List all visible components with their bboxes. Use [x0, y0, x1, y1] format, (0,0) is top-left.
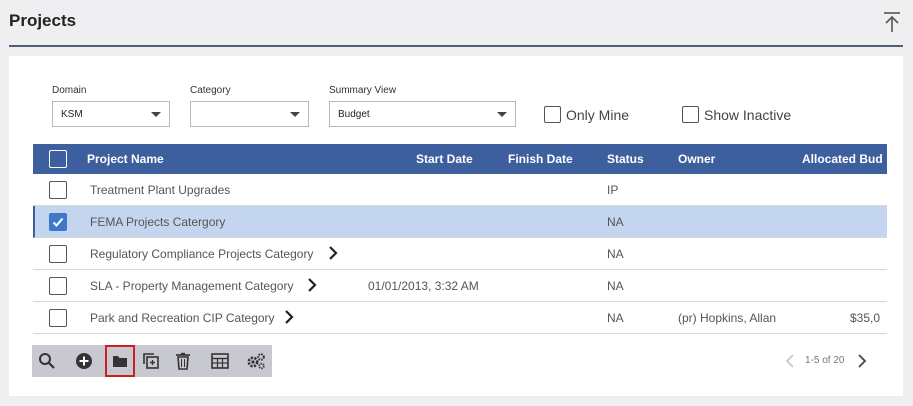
table-row[interactable]: Park and Recreation CIP Category NA (pr)…	[33, 302, 887, 334]
column-header-status[interactable]: Status	[607, 152, 644, 166]
table-view-button[interactable]	[205, 345, 235, 377]
only-mine-label: Only Mine	[566, 106, 630, 123]
pagination: 1-5 of 20	[779, 352, 879, 372]
chevron-right-icon[interactable]	[307, 277, 317, 293]
chevron-down-icon	[151, 112, 161, 117]
chevron-left-icon[interactable]	[785, 354, 795, 368]
show-inactive-label: Show Inactive	[704, 106, 792, 123]
table-row[interactable]: FEMA Projects Catergory NA	[33, 206, 887, 238]
table-icon	[211, 353, 229, 369]
chevron-down-icon	[290, 112, 300, 117]
chevron-right-icon[interactable]	[328, 245, 338, 261]
project-name: FEMA Projects Catergory	[90, 215, 226, 229]
projects-panel: Domain KSM Category Summary View Budget …	[9, 56, 903, 396]
column-header-project-name[interactable]: Project Name	[87, 152, 164, 166]
project-name: Regulatory Compliance Projects Category	[90, 247, 314, 261]
column-header-finish-date[interactable]: Finish Date	[508, 152, 573, 166]
checkmark-icon	[52, 217, 64, 227]
category-label: Category	[190, 85, 231, 96]
summary-view-label: Summary View	[329, 85, 397, 96]
row-checkbox[interactable]	[49, 245, 67, 263]
header-divider	[9, 45, 903, 47]
copy-button[interactable]	[136, 345, 166, 377]
show-inactive-checkbox[interactable]: Show Inactive	[682, 106, 791, 123]
checkbox-box[interactable]	[544, 106, 561, 123]
search-icon	[39, 353, 55, 369]
project-name: SLA - Property Management Category	[90, 279, 294, 293]
column-header-start-date[interactable]: Start Date	[416, 152, 473, 166]
add-button[interactable]	[69, 345, 99, 377]
domain-label: Domain	[52, 85, 87, 96]
action-toolbar	[32, 345, 272, 377]
project-name: Park and Recreation CIP Category	[90, 311, 275, 325]
trash-icon	[176, 352, 190, 370]
collapse-up-icon[interactable]	[880, 10, 904, 34]
project-name: Treatment Plant Upgrades	[90, 183, 231, 197]
only-mine-checkbox[interactable]: Only Mine	[544, 106, 629, 123]
row-checkbox[interactable]	[49, 309, 67, 327]
status: NA	[607, 247, 624, 261]
column-header-owner[interactable]: Owner	[678, 152, 715, 166]
table-row[interactable]: SLA - Property Management Category 01/01…	[33, 270, 887, 302]
select-all-checkbox[interactable]	[49, 150, 67, 168]
folder-button[interactable]	[105, 345, 135, 377]
start-date: 01/01/2013, 3:32 AM	[368, 279, 479, 293]
checkbox-box[interactable]	[682, 106, 699, 123]
chevron-right-icon[interactable]	[284, 309, 294, 325]
search-button[interactable]	[32, 345, 62, 377]
settings-icon	[247, 353, 265, 370]
page-header: Projects	[0, 0, 913, 47]
copy-icon	[143, 353, 159, 369]
table-header: Project Name Start Date Finish Date Stat…	[33, 144, 887, 174]
summary-view-value: Budget	[338, 109, 370, 120]
table-row[interactable]: Treatment Plant Upgrades IP	[33, 174, 887, 206]
status: NA	[607, 215, 624, 229]
projects-table: Project Name Start Date Finish Date Stat…	[33, 144, 887, 334]
status: IP	[607, 183, 619, 197]
add-icon	[76, 353, 92, 369]
delete-button[interactable]	[168, 345, 198, 377]
domain-select[interactable]: KSM	[52, 101, 170, 127]
category-select[interactable]	[190, 101, 309, 127]
chevron-down-icon	[497, 112, 507, 117]
summary-view-select[interactable]: Budget	[329, 101, 516, 127]
table-row[interactable]: Regulatory Compliance Projects Category …	[33, 238, 887, 270]
owner: (pr) Hopkins, Allan	[678, 311, 777, 325]
row-checkbox[interactable]	[49, 181, 67, 199]
status: NA	[607, 311, 624, 325]
column-header-allocated-budget[interactable]: Allocated Bud	[802, 152, 883, 166]
settings-button[interactable]	[241, 345, 271, 377]
chevron-right-icon[interactable]	[857, 354, 867, 368]
page-info: 1-5 of 20	[805, 355, 845, 366]
row-checkbox[interactable]	[49, 213, 67, 231]
row-checkbox[interactable]	[49, 277, 67, 295]
folder-icon	[113, 356, 127, 367]
domain-value: KSM	[61, 109, 83, 120]
page-title: Projects	[9, 11, 77, 30]
allocated-budget: $35,0	[850, 311, 881, 325]
status: NA	[607, 279, 624, 293]
